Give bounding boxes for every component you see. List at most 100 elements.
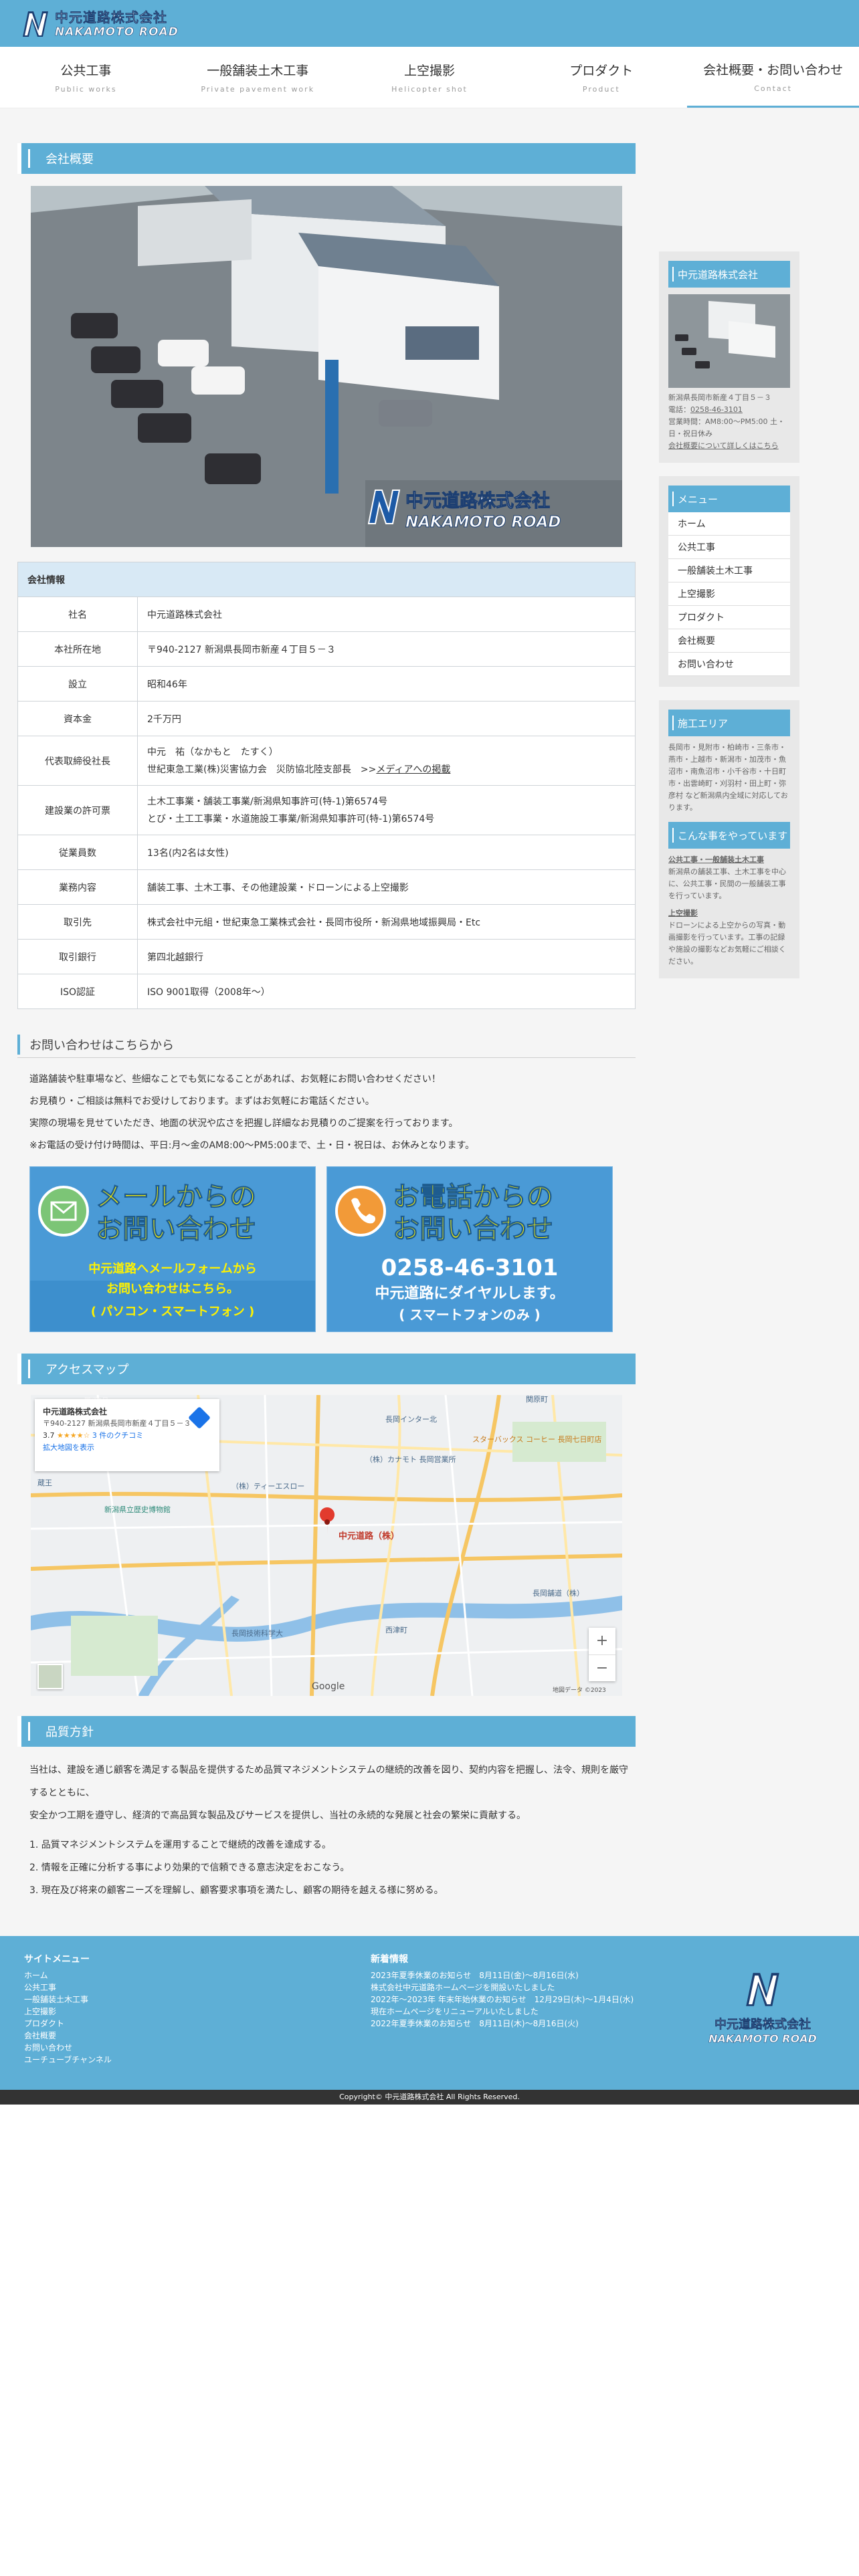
footer-link[interactable]: 上空撮影 [24, 2006, 305, 2018]
row-value: 2千万円 [137, 701, 636, 736]
row-key: 設立 [17, 666, 138, 702]
nav-aerial[interactable]: 上空撮影 Helicopter shot [344, 47, 516, 108]
footer-logo-n-icon [746, 1973, 779, 2006]
access-section-title: アクセスマップ [17, 1354, 636, 1384]
zoom-out-button[interactable]: − [589, 1655, 615, 1682]
footer-news-item[interactable]: 現在ホームページをリニューアルいたしました [371, 2006, 665, 2018]
section-title-text: 会社概要 [45, 152, 94, 167]
map-label: 新潟県立歴史博物館 [104, 1505, 171, 1514]
site-logo[interactable]: 中元道路株式会社 NAKAMOTO ROAD [20, 7, 181, 41]
footer-link[interactable]: 公共工事 [24, 1981, 305, 1994]
side-works-desc: ドローンによる上空からの写真・動画撮影を行っています。工事の記録や施設の撮影など… [668, 921, 786, 966]
row-value: 〒940-2127 新潟県長岡市新産４丁目５－３ [137, 631, 636, 667]
table-row: 設立 昭和46年 [17, 666, 636, 702]
table-row: 取引銀行 第四北越銀行 [17, 939, 636, 974]
row-key: 取引銀行 [17, 939, 138, 974]
row-value: 13名(内2名は女性) [137, 835, 636, 870]
footer-logo[interactable]: 中元道路株式会社 NAKAMOTO ROAD [696, 1969, 830, 2056]
copyright-bar: Copyright© 中元道路株式会社 All Rights Reserved. [0, 2090, 859, 2105]
footer-link[interactable]: 会社概要 [24, 2030, 305, 2042]
contact-title-text: お問い合わせはこちらから [29, 1039, 174, 1053]
footer-link[interactable]: お問い合わせ [24, 2042, 305, 2054]
map-layer-toggle[interactable] [37, 1664, 63, 1689]
table-row: 業務内容 舗装工事、土木工事、その他建設業・ドローンによる上空撮影 [17, 869, 636, 905]
side-menu-item-contact[interactable]: お問い合わせ [668, 653, 790, 676]
footer-link[interactable]: ホーム [24, 1969, 305, 1981]
footer-link[interactable]: 一般舗装土木工事 [24, 1994, 305, 2006]
row-value: 昭和46年 [137, 666, 636, 702]
photo-sign-en: NAKAMOTO ROAD [405, 514, 561, 531]
nav-private-pavement[interactable]: 一般舗装土木工事 Private pavement work [172, 47, 344, 108]
table-row: 建設業の許可票 土木工事業・舗装工事業/新潟県知事許可(特-1)第6574号 とび・… [17, 785, 636, 835]
nav-public-works[interactable]: 公共工事 Public works [0, 47, 172, 108]
side-menu-item-public[interactable]: 公共工事 [668, 536, 790, 559]
side-menu-item-company[interactable]: 会社概要 [668, 629, 790, 653]
nav-sublabel: Public works [55, 85, 117, 94]
footer-link[interactable]: ユーチューブチャンネル [24, 2054, 305, 2066]
footer-news-item[interactable]: 2023年夏季休業のお知らせ 8月11日(金)〜8月16日(水) [371, 1969, 665, 1981]
side-company-photo [668, 294, 790, 388]
nav-product[interactable]: プロダクト Product [515, 47, 687, 108]
row-key: 業務内容 [17, 869, 138, 905]
table-header: 会社情報 [17, 562, 636, 597]
map-enlarge-link[interactable]: 拡大地図を表示 [43, 1443, 94, 1452]
footer-link[interactable]: プロダクト [24, 2018, 305, 2030]
map-label: 長岡技術科学大 [231, 1628, 283, 1638]
side-head-text: 施工エリア [678, 717, 729, 730]
google-map[interactable]: 中元道路（株） （株）ティーエスロー （株）カナモト 長岡営業所 スターバックス… [31, 1395, 622, 1696]
table-row: 従業員数 13名(内2名は女性) [17, 835, 636, 870]
section-title-text: 品質方針 [45, 1725, 94, 1739]
side-company-address: 新潟県長岡市新産４丁目５－３ [668, 393, 771, 402]
side-head-text: メニュー [678, 493, 719, 506]
side-works-title[interactable]: 公共工事・一般舗装土木工事 [668, 855, 764, 864]
company-info-table: 会社情報 社名 中元道路株式会社 本社所在地 〒940-2127 新潟県長岡市新産４… [17, 562, 636, 1009]
zoom-in-button[interactable]: + [589, 1628, 615, 1655]
footer-site-menu-title: サイトメニュー [24, 1954, 90, 1965]
side-company-link[interactable]: 会社概要について詳しくはこちら [668, 441, 779, 450]
tel-number: 0258-46-3101 [381, 1255, 559, 1281]
nav-sublabel: Contact [754, 84, 792, 93]
map-info-card: 中元道路株式会社 〒940-2127 新潟県長岡市新産４丁目５－３ 3.7 ★★… [35, 1399, 219, 1471]
row-key: ISO認証 [17, 974, 138, 1009]
side-company-head: 中元道路株式会社 [668, 261, 790, 288]
sidebar: 中元道路株式会社 新潟県長岡市新産４丁目５－３ 電話：0258-46-3101 … [659, 251, 799, 992]
row-value: 舗装工事、土木工事、その他建設業・ドローンによる上空撮影 [137, 869, 636, 905]
side-menu-item-product[interactable]: プロダクト [668, 606, 790, 629]
phone-icon [335, 1186, 386, 1237]
side-area-text: 長岡市・見附市・柏崎市・三条市・燕市・上越市・新潟市・加茂市・魚沼市・南魚沼市・… [668, 743, 788, 812]
tel-banner-sub1: 中元道路にダイヤルします。 [375, 1285, 564, 1302]
map-card-reviews[interactable]: 3 件のクチコミ [92, 1431, 144, 1440]
footer-news-item[interactable]: 2022年夏季休業のお知らせ 8月11日(木)〜8月16日(火) [371, 2018, 665, 2030]
footer-news-item[interactable]: 2022年〜2023年 年末年始休業のお知らせ 12月29日(木)〜1月4日(水… [371, 1994, 665, 2006]
side-works-title[interactable]: 上空撮影 [668, 907, 790, 920]
tel-contact-banner[interactable]: お電話からの お問い合わせ 0258-46-3101 中元道路にダイヤルします。… [326, 1166, 613, 1332]
footer-news-item[interactable]: 株式会社中元道路ホームページを開設いたしました [371, 1981, 665, 1994]
nav-contact[interactable]: 会社概要・お問い合わせ Contact [687, 47, 859, 108]
side-menu-item-pavement[interactable]: 一般舗装土木工事 [668, 559, 790, 582]
mail-contact-banner[interactable]: メールからの お問い合わせ 中元道路へメールフォームから お問い合わせはこちら。… [29, 1166, 316, 1332]
map-label: 長岡舗道（株） [533, 1588, 584, 1598]
side-menu-item-home[interactable]: ホーム [668, 512, 790, 536]
row-key: 代表取締役社長 [17, 736, 138, 786]
table-row: 代表取締役社長 中元 祐（なかもと たすく） 世紀東急工業(株)災害協力会 災防協北… [17, 736, 636, 786]
map-label: 長岡インター北 [385, 1415, 437, 1424]
media-link[interactable]: メディアへの掲載 [376, 764, 450, 775]
global-nav: 公共工事 Public works 一般舗装土木工事 Private pavemen… [0, 47, 859, 108]
map-zoom-control: + − [589, 1628, 615, 1681]
map-card-stars: ★★★★☆ [57, 1431, 90, 1440]
side-works-head: こんな事をやっています [668, 822, 790, 849]
map-label: 関原町 [526, 1395, 548, 1404]
side-menu-item-aerial[interactable]: 上空撮影 [668, 582, 790, 606]
quality-item: 2. 情報を正確に分析する事により効果的で信頼できる意志決定をおこなう。 [29, 1862, 350, 1873]
table-row: 取引先 株式会社中元組・世紀東急工業株式会社・長岡市役所・新潟県地域振興局・Etc [17, 904, 636, 940]
map-card-address: 〒940-2127 新潟県長岡市新産４丁目５－３ [43, 1419, 191, 1428]
logo-english-name: NAKAMOTO ROAD [55, 25, 179, 39]
mail-icon [38, 1186, 89, 1237]
side-works-desc: 新潟県の舗装工事、土木工事を中心に、公共工事・民間の一般舗装工事を行っています。 [668, 867, 786, 900]
row-key: 従業員数 [17, 835, 138, 870]
mail-banner-sub1: 中元道路へメールフォームから [88, 1261, 256, 1276]
map-label: （株）カナモト 長岡営業所 [365, 1455, 456, 1464]
nav-sublabel: Product [582, 85, 620, 94]
side-tel-link[interactable]: 0258-46-3101 [690, 405, 743, 414]
nav-label: 上空撮影 [403, 64, 455, 78]
